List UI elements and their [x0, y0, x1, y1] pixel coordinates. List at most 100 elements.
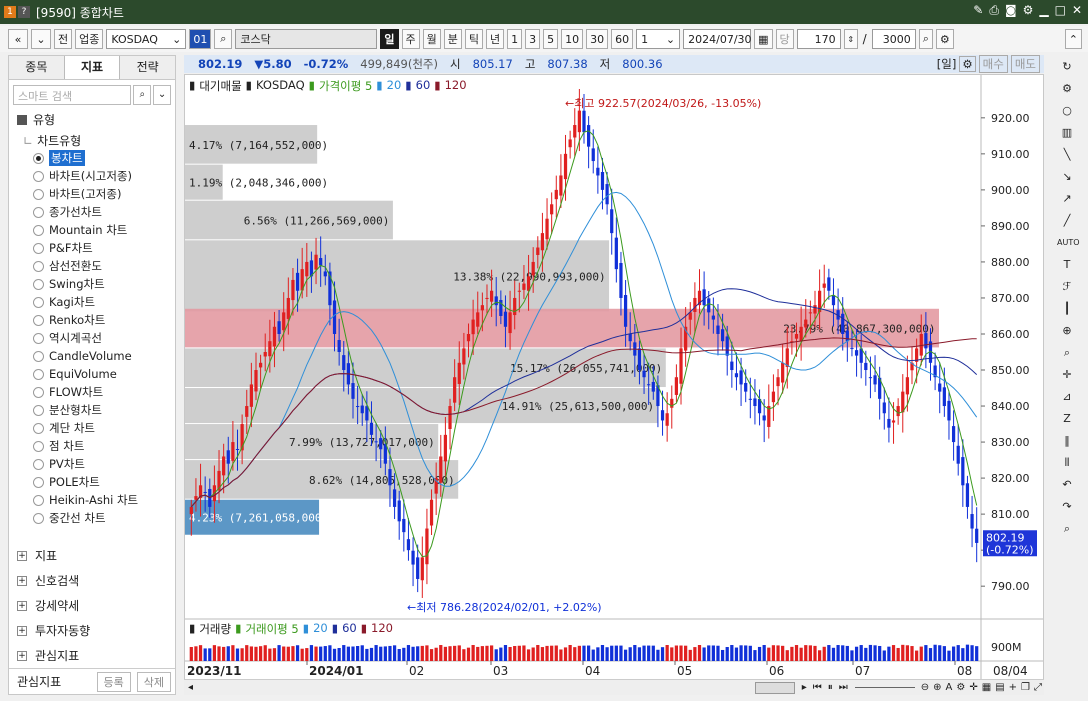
chart-scrollbar[interactable]: ◂ ▸ ⏮ ⏸ ⏭ ⊖ ⊕ A ⚙ ✛ ▦ ▤ + ❐ ⤢ [184, 679, 1044, 695]
toolbar-collapse-icon[interactable]: ⌃ [1064, 29, 1082, 49]
radio-icon[interactable] [33, 278, 44, 290]
grid-icon[interactable]: ▤ [993, 682, 1006, 693]
help-badge[interactable]: ? [18, 6, 30, 18]
chart-type-item[interactable]: P&F차트 [33, 239, 175, 257]
add-icon[interactable]: + [1007, 682, 1019, 693]
chart-svg[interactable]: 790.00800.00810.00820.00830.00840.00850.… [185, 75, 1044, 680]
maximize-icon[interactable]: □ [1055, 3, 1066, 18]
radio-icon[interactable] [33, 206, 44, 218]
count-field[interactable]: 1 ⌄ [636, 29, 681, 49]
zoom-slider[interactable] [854, 687, 915, 688]
gear-icon[interactable]: ⚙ [959, 56, 976, 72]
sector-button[interactable]: 업종 [75, 29, 104, 49]
chart-type-item[interactable]: FLOW차트 [33, 383, 175, 401]
fullscreen-icon[interactable]: ⤢ [1032, 682, 1044, 693]
chart-type-item[interactable]: 종가선차트 [33, 203, 175, 221]
radio-icon[interactable] [33, 458, 44, 470]
radio-icon[interactable] [33, 170, 44, 182]
chart-type-item[interactable]: 봉차트 [33, 149, 175, 167]
trend-tool-icon[interactable]: ↗ [1057, 189, 1077, 209]
section-type[interactable]: 유형 [17, 111, 175, 128]
chart-type-item[interactable]: Swing차트 [33, 275, 175, 293]
name-field[interactable]: 코스닥 [235, 29, 378, 49]
ray-tool-icon[interactable]: ↘ [1057, 167, 1077, 187]
gear-icon[interactable]: ⚙ [935, 29, 954, 49]
diagonal-tool-icon[interactable]: ╱ [1057, 211, 1077, 231]
group-item[interactable]: + 투자자동향 [17, 618, 175, 643]
radio-icon[interactable] [33, 512, 44, 524]
chart-type-header[interactable]: ∟ 차트유형 [23, 132, 175, 149]
redo-icon[interactable]: ↷ [1057, 497, 1077, 517]
vol-legend-item[interactable]: 120 [371, 621, 393, 637]
interval-10[interactable]: 10 [561, 29, 584, 49]
chart-type-item[interactable]: 역시계곡선 [33, 329, 175, 347]
chart-type-item[interactable]: POLE차트 [33, 473, 175, 491]
period-month[interactable]: 월 [422, 29, 441, 49]
unit-button[interactable]: 당 [775, 29, 794, 49]
chart-type-item[interactable]: Mountain 차트 [33, 221, 175, 239]
bars-stepper[interactable]: ⇕ [843, 29, 858, 49]
radio-icon[interactable] [33, 494, 44, 506]
close-icon[interactable]: ✕ [1072, 3, 1082, 18]
legend-item[interactable]: 가격이평 5 [319, 78, 372, 94]
chart-type-item[interactable]: Heikin-Ashi 차트 [33, 491, 175, 509]
expand-icon[interactable]: + [17, 650, 27, 661]
search-icon[interactable]: ⌕ [214, 29, 233, 49]
radio-icon[interactable] [33, 224, 44, 236]
tab-strategy[interactable]: 전략 [120, 56, 175, 79]
bar-chart-icon[interactable]: ▥ [1057, 123, 1077, 143]
search-tool-icon[interactable]: ⌕ [1057, 519, 1077, 539]
vol-legend-item[interactable]: 거래량 [199, 621, 231, 637]
scroll-right-icon[interactable]: ▸ [799, 682, 810, 693]
interval-3[interactable]: 3 [525, 29, 541, 49]
vol-legend-item[interactable]: 거래이평 5 [245, 621, 298, 637]
period-week[interactable]: 주 [401, 29, 420, 49]
vol-legend-item[interactable]: 60 [342, 621, 357, 637]
radio-icon[interactable] [33, 260, 44, 272]
zoom-in-icon[interactable]: ⊕ [931, 682, 943, 693]
bars-field[interactable]: 170 [796, 29, 841, 49]
expand-icon[interactable]: ⌄ [153, 85, 172, 105]
expand-icon[interactable]: + [17, 575, 27, 586]
radio-icon[interactable] [33, 386, 44, 398]
pause-icon[interactable]: ⏸ [825, 682, 836, 693]
buy-button[interactable]: 매수 [978, 55, 1008, 73]
radio-icon[interactable] [33, 332, 44, 344]
chart-type-item[interactable]: 중간선 차트 [33, 509, 175, 527]
crosshair-icon[interactable]: ✛ [967, 682, 979, 693]
scroll-left-icon[interactable]: ◂ [184, 682, 197, 693]
expand-icon[interactable]: + [17, 550, 27, 561]
vol-legend-item[interactable]: 20 [313, 621, 328, 637]
period-tick[interactable]: 틱 [464, 29, 483, 49]
chart-area[interactable]: 790.00800.00810.00820.00830.00840.00850.… [184, 74, 1044, 680]
radio-icon[interactable] [33, 422, 44, 434]
period-year[interactable]: 년 [486, 29, 505, 49]
scroll-thumb[interactable] [754, 681, 795, 694]
chart-type-item[interactable]: PV차트 [33, 455, 175, 473]
memo-icon[interactable]: ✎ [973, 3, 983, 18]
legend-item[interactable]: 대기매물 [199, 78, 241, 94]
undo-icon[interactable]: ↶ [1057, 475, 1077, 495]
interval-60[interactable]: 60 [611, 29, 634, 49]
window-icon[interactable]: ❐ [1019, 682, 1032, 693]
zigzag-tool-icon[interactable]: Z [1057, 409, 1077, 429]
chart-type-item[interactable]: 분산형차트 [33, 401, 175, 419]
sell-button[interactable]: 매도 [1010, 55, 1040, 73]
interval-30[interactable]: 30 [586, 29, 609, 49]
vlines-tool-icon[interactable]: ‖ [1057, 431, 1077, 451]
radio-icon[interactable] [33, 188, 44, 200]
market-select[interactable]: KOSDAQ ⌄ [106, 29, 187, 49]
radio-icon[interactable] [33, 242, 44, 254]
interval-5[interactable]: 5 [543, 29, 559, 49]
legend-item[interactable]: KOSDAQ [256, 78, 305, 94]
settings-icon[interactable]: ⚙ [1023, 3, 1034, 18]
font-icon[interactable]: A [944, 682, 955, 693]
gear-icon[interactable]: ⚙ [954, 682, 967, 693]
first-icon[interactable]: ⏮ [810, 682, 825, 693]
all-button[interactable]: 전 [54, 29, 73, 49]
legend-item[interactable]: 60 [416, 78, 431, 94]
smart-search-input[interactable]: 스마트 검색 [13, 85, 132, 105]
zoom-icon[interactable]: ⌕ [918, 29, 933, 49]
chart-type-item[interactable]: 바차트(시고저종) [33, 167, 175, 185]
candle-tool-icon[interactable]: ┃ [1057, 299, 1077, 319]
